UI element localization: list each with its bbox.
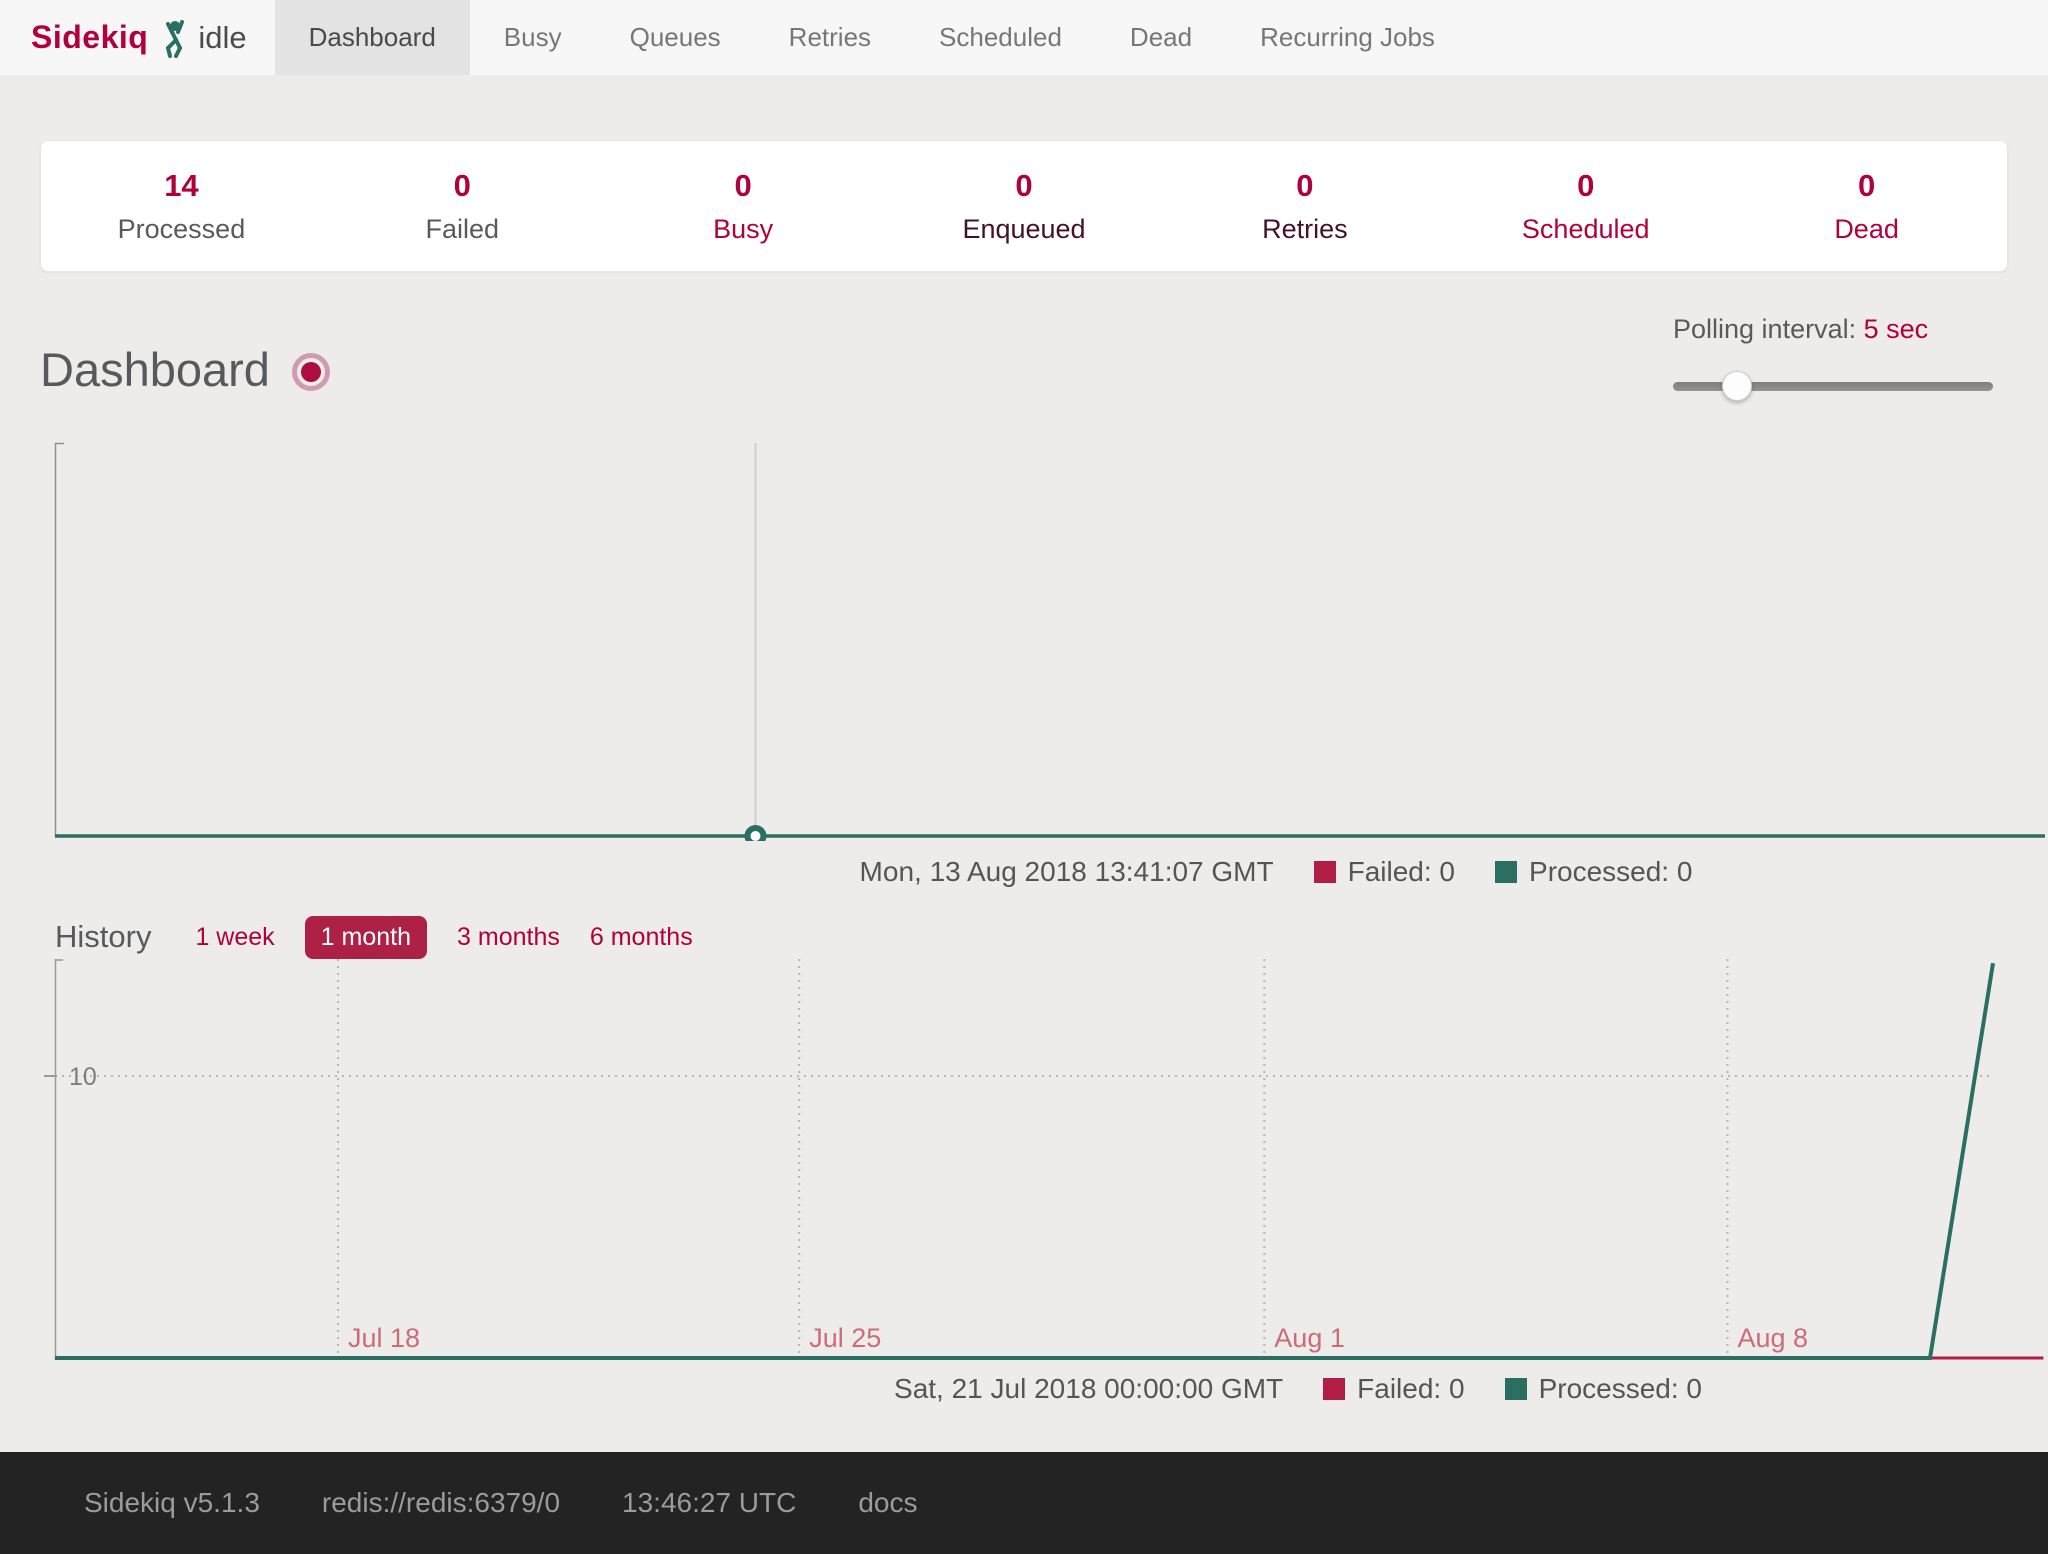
running-figure-icon <box>158 18 192 58</box>
tab-retries[interactable]: Retries <box>755 0 905 75</box>
realtime-legend: Mon, 13 Aug 2018 13:41:07 GMT Failed: 0 … <box>860 855 1693 889</box>
stat-busy: 0 Busy <box>603 168 884 245</box>
stat-dead: 0 Dead <box>1726 168 2007 245</box>
history-header: History 1 week 1 month 3 months 6 months <box>55 915 2048 959</box>
history-x-tick-label: Aug 8 <box>1737 1323 1808 1353</box>
dashboard-header-row: Dashboard Polling interval: 5 sec <box>0 272 2048 441</box>
brand-logo-text: Sidekiq <box>31 19 148 56</box>
stat-busy-link[interactable]: Busy <box>603 214 884 245</box>
realtime-legend-failed: Failed: 0 <box>1348 856 1455 888</box>
processed-swatch-icon <box>1495 861 1517 883</box>
stat-retries-value: 0 <box>1164 168 1445 204</box>
tab-queues[interactable]: Queues <box>596 0 755 75</box>
polling-interval-slider[interactable] <box>1673 371 1993 401</box>
tab-busy[interactable]: Busy <box>470 0 596 75</box>
page-title-group: Dashboard <box>40 342 330 397</box>
history-chart[interactable]: Jul 18 Jul 25 Aug 1 Aug 8 10 <box>0 959 2048 1360</box>
failed-swatch-icon <box>1314 861 1336 883</box>
brand[interactable]: Sidekiq idle <box>0 0 275 75</box>
navbar: Sidekiq idle Dashboard Busy Queues Retri… <box>0 0 2048 75</box>
nav-tabs: Dashboard Busy Queues Retries Scheduled … <box>275 0 1469 75</box>
tab-scheduled[interactable]: Scheduled <box>905 0 1096 75</box>
stat-retries: 0 Retries <box>1164 168 1445 245</box>
page-title: Dashboard <box>40 342 270 397</box>
history-x-tick-label: Jul 18 <box>348 1323 420 1353</box>
slider-thumb[interactable] <box>1722 371 1752 401</box>
summary-stats-card: 14 Processed 0 Failed 0 Busy 0 Enqueued … <box>40 140 2008 272</box>
tab-recurring-jobs[interactable]: Recurring Jobs <box>1226 0 1469 75</box>
history-processed-line <box>55 963 1993 1358</box>
footer-clock: 13:46:27 UTC <box>622 1487 796 1519</box>
stat-failed: 0 Failed <box>322 168 603 245</box>
history-legend: Sat, 21 Jul 2018 00:00:00 GMT Failed: 0 … <box>894 1372 1702 1406</box>
realtime-cursor-marker-center <box>750 831 760 841</box>
history-legend-processed: Processed: 0 <box>1539 1373 1702 1405</box>
footer: Sidekiq v5.1.3 redis://redis:6379/0 13:4… <box>0 1452 2048 1554</box>
polling-interval-group: Polling interval: 5 sec <box>1673 314 1993 401</box>
slider-track[interactable] <box>1673 382 1993 391</box>
stat-enqueued-value: 0 <box>884 168 1165 204</box>
stat-processed-label: Processed <box>41 214 322 245</box>
status-text: idle <box>198 20 246 56</box>
live-beacon-icon <box>292 353 330 391</box>
stat-enqueued-link[interactable]: Enqueued <box>884 214 1165 245</box>
stat-scheduled-value: 0 <box>1445 168 1726 204</box>
tab-dead[interactable]: Dead <box>1096 0 1226 75</box>
footer-docs-link[interactable]: docs <box>858 1487 917 1519</box>
tab-dashboard[interactable]: Dashboard <box>275 0 470 75</box>
history-x-tick-label: Aug 1 <box>1274 1323 1345 1353</box>
polling-interval-label: Polling interval: 5 sec <box>1673 314 1993 345</box>
stat-processed-value: 14 <box>41 168 322 204</box>
polling-interval-text: Polling interval: <box>1673 314 1856 344</box>
history-legend-timestamp: Sat, 21 Jul 2018 00:00:00 GMT <box>894 1373 1283 1405</box>
stat-failed-label: Failed <box>322 214 603 245</box>
polling-interval-value: 5 sec <box>1864 314 1929 344</box>
footer-version: Sidekiq v5.1.3 <box>84 1487 260 1519</box>
range-3-months[interactable]: 3 months <box>457 923 560 952</box>
footer-redis-url: redis://redis:6379/0 <box>322 1487 560 1519</box>
history-x-tick-label: Jul 25 <box>809 1323 881 1353</box>
realtime-legend-timestamp: Mon, 13 Aug 2018 13:41:07 GMT <box>860 856 1274 888</box>
range-6-months[interactable]: 6 months <box>590 923 693 952</box>
stat-retries-link[interactable]: Retries <box>1164 214 1445 245</box>
stat-enqueued: 0 Enqueued <box>884 168 1165 245</box>
stat-busy-value: 0 <box>603 168 884 204</box>
range-1-month[interactable]: 1 month <box>305 916 427 959</box>
history-legend-failed: Failed: 0 <box>1357 1373 1464 1405</box>
stat-dead-value: 0 <box>1726 168 2007 204</box>
stat-scheduled: 0 Scheduled <box>1445 168 1726 245</box>
realtime-legend-processed: Processed: 0 <box>1529 856 1692 888</box>
realtime-chart[interactable] <box>0 441 2048 841</box>
stat-dead-link[interactable]: Dead <box>1726 214 2007 245</box>
history-y-tick-label: 10 <box>69 1063 97 1091</box>
stat-processed: 14 Processed <box>41 168 322 245</box>
history-title: History <box>55 919 151 955</box>
processed-swatch-icon <box>1505 1378 1527 1400</box>
stat-failed-value: 0 <box>322 168 603 204</box>
stat-scheduled-link[interactable]: Scheduled <box>1445 214 1726 245</box>
range-1-week[interactable]: 1 week <box>195 923 274 952</box>
failed-swatch-icon <box>1323 1378 1345 1400</box>
history-ranges: 1 week 1 month 3 months 6 months <box>195 916 692 959</box>
